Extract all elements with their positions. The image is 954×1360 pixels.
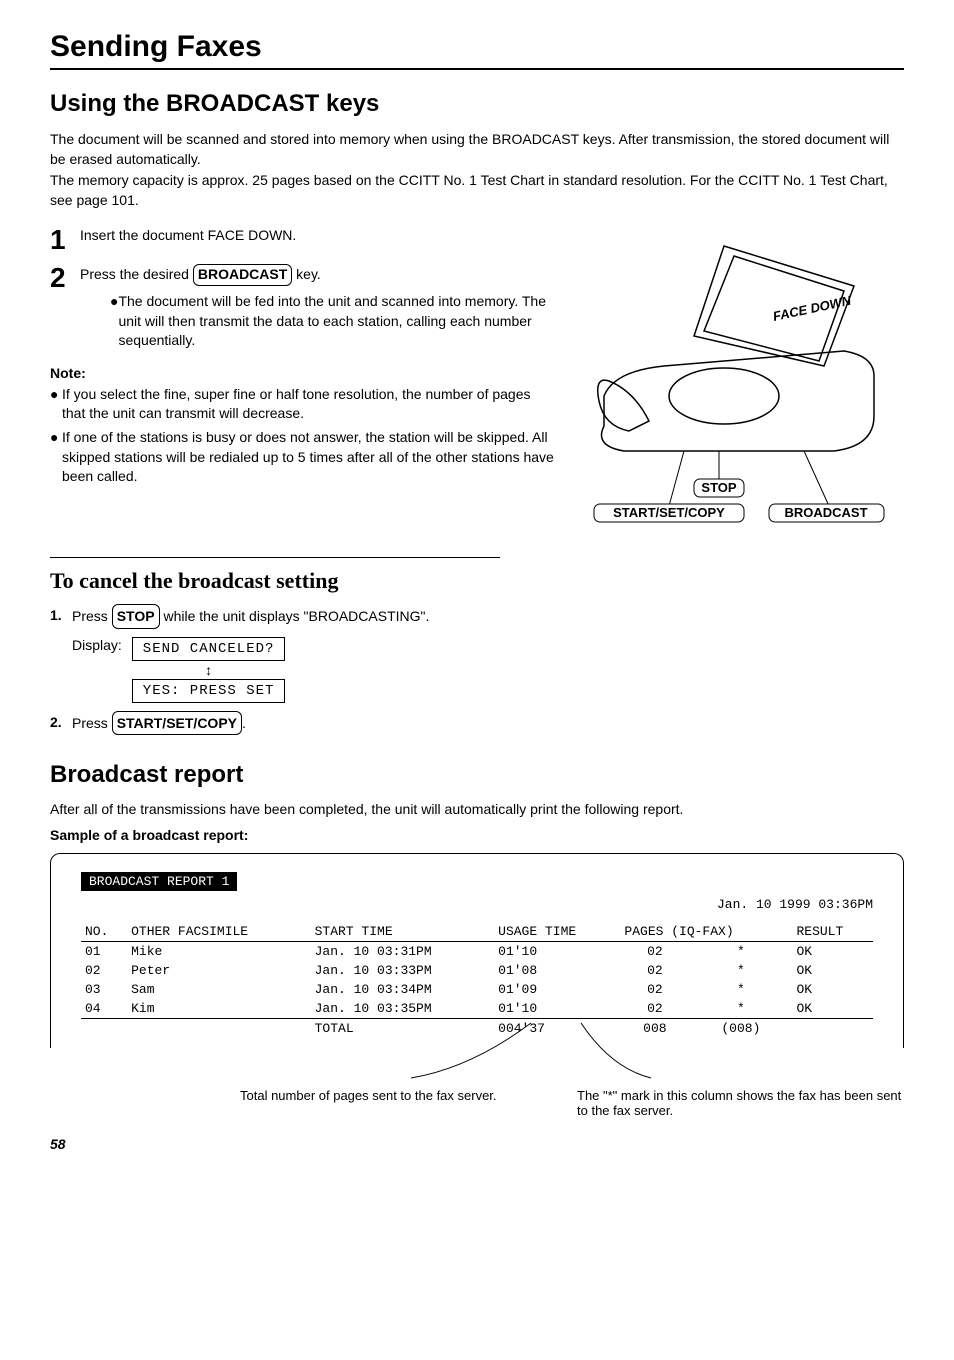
table-row: 04KimJan. 10 03:35PM01'1002*OK [81, 999, 873, 1019]
broadcast-key-label: BROADCAST [193, 264, 292, 286]
arrow-down-icon: ↕ [205, 663, 212, 677]
table-row: 02PeterJan. 10 03:33PM01'0802*OK [81, 961, 873, 980]
table-row: 03SamJan. 10 03:34PM01'0902*OK [81, 980, 873, 999]
note-heading: Note: [50, 365, 554, 381]
step-1-text: Insert the document FACE DOWN. [80, 226, 554, 246]
cancel-step-1-number: 1. [50, 604, 72, 628]
fax-machine-illustration: FACE DOWN STOP START/SET/COPY BROADCAST [574, 226, 904, 536]
start-set-copy-button-label: START/SET/COPY [613, 505, 725, 520]
col-result: RESULT [792, 922, 873, 942]
report-heading: Broadcast report [50, 761, 904, 789]
page-title: Sending Faxes [50, 30, 904, 70]
note-2: If one of the stations is busy or does n… [62, 428, 554, 487]
intro-line-1: The document will be scanned and stored … [50, 130, 904, 169]
stop-key-label: STOP [112, 604, 160, 628]
step-1-number: 1 [50, 226, 80, 254]
start-set-copy-key-label: START/SET/COPY [112, 711, 242, 735]
cancel-heading: To cancel the broadcast setting [50, 568, 500, 594]
lcd-line-1: SEND CANCELED? [132, 637, 286, 661]
bullet-icon: ● [110, 292, 118, 351]
page-number: 58 [50, 1136, 904, 1152]
bullet-icon: ● [50, 385, 62, 424]
stop-button-label: STOP [701, 480, 736, 495]
cancel-step-1-post: while the unit displays "BROADCASTING". [160, 608, 430, 624]
broadcast-button-label: BROADCAST [784, 505, 867, 520]
sample-report-label: Sample of a broadcast report: [50, 827, 904, 843]
annotation-iq-mark: The "*" mark in this column shows the fa… [567, 1088, 904, 1118]
annotation-total-pages: Total number of pages sent to the fax se… [50, 1088, 567, 1118]
col-no: NO. [81, 922, 127, 942]
cancel-step-2-number: 2. [50, 711, 72, 735]
step-2-bullet: The document will be fed into the unit a… [118, 292, 554, 351]
lcd-line-2: YES: PRESS SET [132, 679, 286, 703]
col-other: OTHER FACSIMILE [127, 922, 311, 942]
table-row: 01MikeJan. 10 03:31PM01'1002*OK [81, 942, 873, 962]
cancel-step-2-pre: Press [72, 715, 112, 731]
face-down-label: FACE DOWN [772, 293, 853, 324]
col-usage: USAGE TIME [494, 922, 620, 942]
intro-line-2: The memory capacity is approx. 25 pages … [50, 171, 904, 210]
report-intro: After all of the transmissions have been… [50, 801, 904, 817]
section-heading-broadcast-keys: Using the BROADCAST keys [50, 90, 904, 118]
cancel-step-1-pre: Press [72, 608, 112, 624]
report-box: BROADCAST REPORT 1 Jan. 10 1999 03:36PM … [50, 853, 904, 1048]
cancel-step-2-post: . [242, 715, 246, 731]
display-label: Display: [72, 637, 122, 653]
step-2-text-post: key. [292, 266, 321, 282]
annotation-lines [51, 1018, 903, 1088]
col-start: START TIME [311, 922, 495, 942]
intro-paragraphs: The document will be scanned and stored … [50, 130, 904, 210]
step-2-text-pre: Press the desired [80, 266, 193, 282]
note-1: If you select the fine, super fine or ha… [62, 385, 554, 424]
step-2-number: 2 [50, 264, 80, 292]
bullet-icon: ● [50, 428, 62, 487]
col-pages: PAGES (IQ-FAX) [620, 922, 792, 942]
report-title: BROADCAST REPORT 1 [81, 872, 237, 891]
report-date: Jan. 10 1999 03:36PM [81, 897, 873, 912]
